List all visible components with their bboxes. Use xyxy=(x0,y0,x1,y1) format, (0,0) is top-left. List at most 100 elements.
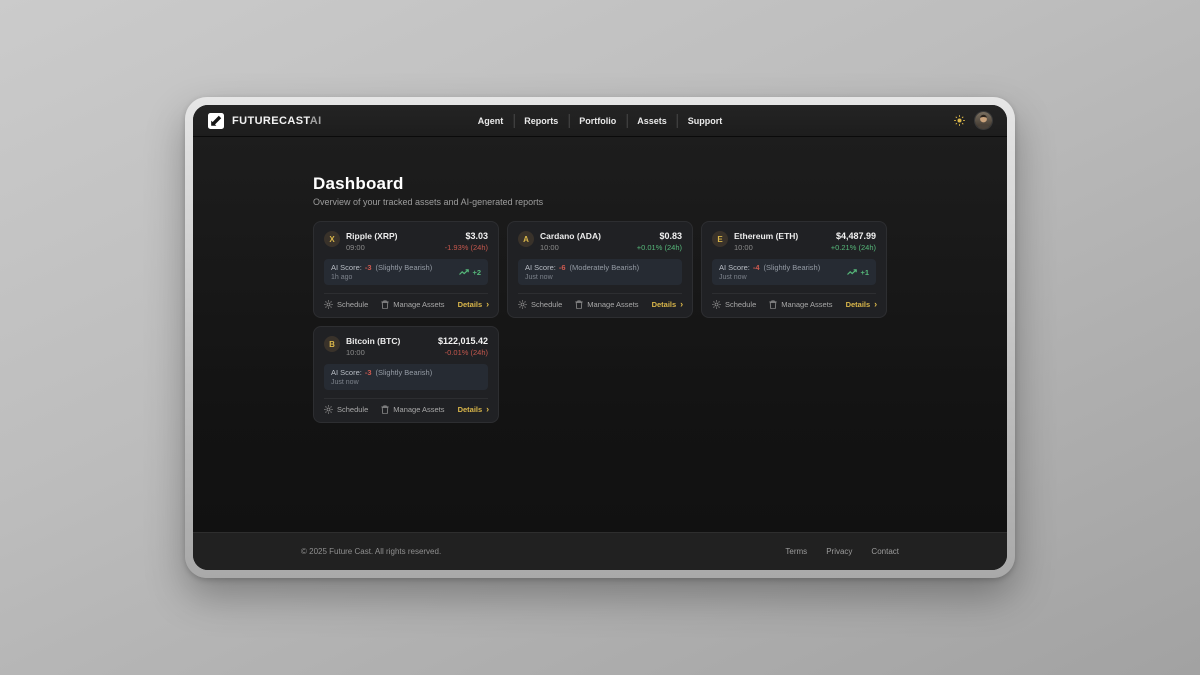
manage-assets-button[interactable]: Manage Assets xyxy=(381,300,444,309)
score-trend-value: +2 xyxy=(472,268,481,277)
manage-assets-button[interactable]: Manage Assets xyxy=(381,405,444,414)
score-trend-value: +1 xyxy=(860,268,869,277)
manage-assets-label: Manage Assets xyxy=(393,405,444,414)
gear-icon xyxy=(324,300,333,309)
trend-up-icon xyxy=(847,269,857,276)
manage-assets-button[interactable]: Manage Assets xyxy=(575,300,638,309)
asset-name: Ethereum (ETH) xyxy=(734,231,825,241)
ai-score-strip: AI Score:-4(Slightly Bearish) Just now +… xyxy=(712,259,876,285)
trash-icon xyxy=(575,300,583,309)
gear-icon xyxy=(712,300,721,309)
asset-card-header: X Ripple (XRP) 09:00 $3.03 -1.93% (24h) xyxy=(324,231,488,252)
asset-card-actions: Schedule Manage Assets Details › xyxy=(324,293,488,309)
details-label: Details xyxy=(458,405,483,414)
trash-icon xyxy=(381,300,389,309)
app-window: FUTURECASTAI Agent Reports Portfolio Ass… xyxy=(193,105,1007,570)
asset-change-24h: -0.01% (24h) xyxy=(438,348,488,357)
copyright-text: © 2025 Future Cast. All rights reserved. xyxy=(301,547,441,556)
app-logo-icon xyxy=(208,113,224,129)
nav-item-reports[interactable]: Reports xyxy=(513,114,568,128)
details-button[interactable]: Details › xyxy=(652,300,684,309)
asset-report-time: 09:00 xyxy=(346,243,439,252)
nav-item-portfolio[interactable]: Portfolio xyxy=(568,114,626,128)
user-avatar[interactable] xyxy=(975,112,992,129)
app-footer: © 2025 Future Cast. All rights reserved.… xyxy=(193,532,1007,570)
brand-name: FUTURECASTAI xyxy=(232,115,322,127)
trend-up-icon xyxy=(459,269,469,276)
asset-card-actions: Schedule Manage Assets Details › xyxy=(324,398,488,414)
ai-score-value: -4 xyxy=(753,263,760,272)
asset-change-24h: +0.01% (24h) xyxy=(637,243,682,252)
score-trend-badge: +1 xyxy=(847,268,869,277)
chevron-right-icon: › xyxy=(486,300,489,309)
gear-icon xyxy=(324,405,333,414)
nav-item-agent[interactable]: Agent xyxy=(468,114,514,128)
details-button[interactable]: Details › xyxy=(846,300,878,309)
asset-price: $3.03 xyxy=(445,231,488,241)
ai-updated-time: Just now xyxy=(719,274,820,281)
asset-price: $0.83 xyxy=(637,231,682,241)
cards-grid: X Ripple (XRP) 09:00 $3.03 -1.93% (24h) … xyxy=(313,221,887,423)
schedule-label: Schedule xyxy=(337,300,368,309)
ai-sentiment: (Slightly Bearish) xyxy=(376,368,433,377)
brand-name-suffix: AI xyxy=(310,115,322,127)
ai-sentiment: (Moderately Bearish) xyxy=(570,263,640,272)
asset-report-time: 10:00 xyxy=(346,348,432,357)
details-button[interactable]: Details › xyxy=(458,405,490,414)
asset-card-actions: Schedule Manage Assets Details › xyxy=(712,293,876,309)
details-button[interactable]: Details › xyxy=(458,300,490,309)
brand: FUTURECASTAI xyxy=(208,113,322,129)
top-bar: FUTURECASTAI Agent Reports Portfolio Ass… xyxy=(193,105,1007,137)
footer-link-terms[interactable]: Terms xyxy=(785,547,807,556)
page-title: Dashboard xyxy=(313,175,887,192)
details-label: Details xyxy=(652,300,677,309)
manage-assets-label: Manage Assets xyxy=(587,300,638,309)
main-area: Dashboard Overview of your tracked asset… xyxy=(193,137,1007,532)
ai-sentiment: (Slightly Bearish) xyxy=(376,263,433,272)
asset-name: Ripple (XRP) xyxy=(346,231,439,241)
manage-assets-label: Manage Assets xyxy=(393,300,444,309)
asset-price: $122,015.42 xyxy=(438,336,488,346)
asset-symbol-badge: E xyxy=(712,231,728,247)
ai-updated-time: 1h ago xyxy=(331,274,432,281)
asset-card: A Cardano (ADA) 10:00 $0.83 +0.01% (24h)… xyxy=(507,221,693,318)
device-frame: FUTURECASTAI Agent Reports Portfolio Ass… xyxy=(185,97,1015,578)
asset-name: Bitcoin (BTC) xyxy=(346,336,432,346)
schedule-label: Schedule xyxy=(337,405,368,414)
ai-score-label: AI Score: xyxy=(719,263,750,272)
nav-item-support[interactable]: Support xyxy=(677,114,733,128)
asset-change-24h: +0.21% (24h) xyxy=(831,243,876,252)
asset-report-time: 10:00 xyxy=(540,243,631,252)
ai-updated-time: Just now xyxy=(331,379,432,386)
asset-name: Cardano (ADA) xyxy=(540,231,631,241)
footer-links: Terms Privacy Contact xyxy=(785,547,899,556)
page-subtitle: Overview of your tracked assets and AI-g… xyxy=(313,197,887,207)
asset-symbol-badge: A xyxy=(518,231,534,247)
manage-assets-label: Manage Assets xyxy=(781,300,832,309)
asset-symbol-badge: B xyxy=(324,336,340,352)
asset-card-header: E Ethereum (ETH) 10:00 $4,487.99 +0.21% … xyxy=(712,231,876,252)
brand-name-primary: FUTURECAST xyxy=(232,115,310,127)
schedule-button[interactable]: Schedule xyxy=(324,405,368,414)
schedule-button[interactable]: Schedule xyxy=(712,300,756,309)
chevron-right-icon: › xyxy=(680,300,683,309)
schedule-button[interactable]: Schedule xyxy=(324,300,368,309)
asset-change-24h: -1.93% (24h) xyxy=(445,243,488,252)
details-label: Details xyxy=(846,300,871,309)
theme-toggle-sun-icon[interactable] xyxy=(954,115,965,126)
footer-link-contact[interactable]: Contact xyxy=(871,547,899,556)
chevron-right-icon: › xyxy=(486,405,489,414)
schedule-label: Schedule xyxy=(725,300,756,309)
ai-score-strip: AI Score:-3(Slightly Bearish) 1h ago +2 xyxy=(324,259,488,285)
main-nav: Agent Reports Portfolio Assets Support xyxy=(468,114,733,128)
asset-card-header: A Cardano (ADA) 10:00 $0.83 +0.01% (24h) xyxy=(518,231,682,252)
ai-score-strip: AI Score:-6(Moderately Bearish) Just now xyxy=(518,259,682,285)
ai-score-label: AI Score: xyxy=(525,263,556,272)
asset-card: B Bitcoin (BTC) 10:00 $122,015.42 -0.01%… xyxy=(313,326,499,423)
manage-assets-button[interactable]: Manage Assets xyxy=(769,300,832,309)
asset-card: E Ethereum (ETH) 10:00 $4,487.99 +0.21% … xyxy=(701,221,887,318)
footer-link-privacy[interactable]: Privacy xyxy=(826,547,852,556)
asset-report-time: 10:00 xyxy=(734,243,825,252)
nav-item-assets[interactable]: Assets xyxy=(626,114,677,128)
schedule-button[interactable]: Schedule xyxy=(518,300,562,309)
